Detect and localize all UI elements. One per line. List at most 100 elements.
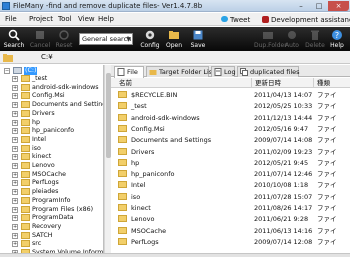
expand-toggle-icon[interactable]: + bbox=[12, 84, 18, 91]
expand-toggle-icon[interactable]: + bbox=[12, 241, 18, 248]
file-row[interactable]: hp 2012/05/21 9:45 ファイ bbox=[111, 158, 350, 168]
menu-view[interactable]: View bbox=[78, 13, 95, 26]
duplicate-folder-button[interactable]: Dup.Folder bbox=[254, 29, 287, 50]
tree-node-label: PerfLogs bbox=[32, 179, 59, 187]
expand-toggle-icon[interactable]: + bbox=[12, 171, 18, 178]
column-header-date[interactable]: 更新日時 bbox=[255, 78, 281, 88]
expand-toggle-icon[interactable]: + bbox=[12, 223, 18, 230]
close-button[interactable]: × bbox=[328, 1, 349, 11]
file-row[interactable]: iso 2011/07/28 15:07 ファイ bbox=[111, 192, 350, 202]
maximize-button[interactable]: □ bbox=[310, 1, 328, 11]
reset-button[interactable]: Reset bbox=[53, 29, 75, 50]
folder-icon bbox=[21, 109, 30, 117]
column-divider[interactable] bbox=[251, 78, 252, 88]
file-date: 2012/05/21 9:45 bbox=[254, 158, 309, 167]
help-button[interactable]: ? Help bbox=[326, 29, 348, 50]
column-divider[interactable] bbox=[313, 78, 314, 88]
drive-icon bbox=[13, 67, 22, 74]
expand-toggle-icon[interactable]: + bbox=[12, 136, 18, 143]
tab-duplicated-files[interactable]: duplicated files bbox=[237, 66, 300, 77]
file-row[interactable]: $RECYCLE.BIN 2011/04/13 14:07 ファイ bbox=[111, 90, 350, 100]
file-kind: ファイ bbox=[317, 181, 337, 190]
tab-target-folder-list-label: Target Folder List bbox=[159, 68, 215, 76]
expand-toggle-icon[interactable]: + bbox=[12, 110, 18, 117]
tree-node-label: Intel bbox=[32, 135, 46, 143]
file-row[interactable]: Lenovo 2011/06/21 9:28 ファイ bbox=[111, 214, 350, 224]
menu-project[interactable]: Project bbox=[29, 13, 53, 26]
file-date: 2011/07/28 15:07 bbox=[254, 192, 313, 201]
file-row[interactable]: MSOCache 2011/06/13 14:16 ファイ bbox=[111, 226, 350, 236]
cancel-button[interactable]: Cancel bbox=[29, 29, 51, 50]
tree-scrollbar[interactable] bbox=[104, 65, 111, 253]
search-mode-select[interactable]: General search ▼ bbox=[79, 33, 133, 45]
file-name: _test bbox=[131, 102, 147, 111]
expand-toggle-icon[interactable]: + bbox=[12, 180, 18, 187]
tree-node-label: ProgramInfo bbox=[32, 196, 71, 204]
file-row[interactable]: _test 2012/05/25 10:33 ファイ bbox=[111, 101, 350, 111]
file-row[interactable]: Documents and Settings 2009/07/14 14:08 ファ… bbox=[111, 135, 350, 145]
expand-toggle-icon[interactable]: + bbox=[12, 93, 18, 100]
search-button[interactable]: Search bbox=[3, 29, 25, 50]
expand-toggle-icon[interactable]: + bbox=[12, 102, 18, 109]
minimize-button[interactable]: – bbox=[292, 1, 310, 11]
file-kind: ファイ bbox=[317, 124, 337, 133]
file-row[interactable]: Drivers 2011/02/09 19:23 ファイ bbox=[111, 147, 350, 157]
stop-icon bbox=[36, 31, 44, 39]
expand-toggle-icon[interactable]: + bbox=[12, 119, 18, 126]
folder-icon bbox=[21, 170, 30, 178]
folder-icon bbox=[21, 222, 30, 230]
tree-node-label: kinect bbox=[32, 153, 52, 161]
tree-node-label: (C:) bbox=[24, 67, 38, 75]
expand-toggle-icon[interactable]: + bbox=[12, 128, 18, 135]
file-row[interactable]: Intel 2010/10/08 1:18 ファイ bbox=[111, 180, 350, 190]
menu-bar: File Project Tool View Help Tweet Develo… bbox=[0, 13, 350, 26]
file-row[interactable]: kinect 2011/08/26 14:17 ファイ bbox=[111, 203, 350, 213]
folder-icon bbox=[118, 226, 127, 234]
menu-file[interactable]: File bbox=[5, 13, 17, 26]
tweet-label: Tweet bbox=[230, 16, 251, 24]
expand-toggle-icon[interactable]: + bbox=[12, 154, 18, 161]
file-name: Config.Msi bbox=[131, 124, 165, 133]
menu-tool[interactable]: Tool bbox=[58, 13, 72, 26]
save-button[interactable]: Save bbox=[187, 29, 209, 50]
collapse-toggle-icon[interactable]: − bbox=[4, 68, 10, 74]
column-header-kind[interactable]: 種類 bbox=[317, 78, 330, 88]
tab-log[interactable]: Log bbox=[211, 66, 236, 77]
tab-file[interactable]: File bbox=[114, 66, 144, 78]
expand-toggle-icon[interactable]: + bbox=[12, 76, 18, 82]
column-header-name[interactable]: 名前 bbox=[119, 78, 132, 88]
expand-toggle-icon[interactable]: + bbox=[12, 215, 18, 222]
file-row[interactable]: android-sdk-windows 2011/12/13 14:44 ファイ bbox=[111, 113, 350, 123]
expand-toggle-icon[interactable]: + bbox=[12, 197, 18, 204]
expand-toggle-icon[interactable]: + bbox=[12, 163, 18, 169]
folder-up-icon[interactable] bbox=[3, 53, 13, 62]
auto-icon bbox=[288, 31, 296, 39]
expand-toggle-icon[interactable]: + bbox=[12, 232, 18, 239]
folder-tree: − (C:) + _test + android-sdk-windows + Config.M… bbox=[0, 65, 104, 253]
file-row[interactable]: Config.Msi 2012/05/16 9:47 ファイ bbox=[111, 124, 350, 134]
expand-toggle-icon[interactable]: + bbox=[12, 206, 18, 213]
folder-icon bbox=[21, 179, 30, 187]
search-mode-value: General search bbox=[82, 35, 132, 43]
open-button[interactable]: Open bbox=[163, 29, 185, 50]
log-icon bbox=[214, 68, 222, 76]
current-path[interactable]: C:¥ bbox=[41, 51, 53, 64]
file-name: Documents and Settings bbox=[131, 136, 212, 145]
menu-help[interactable]: Help bbox=[98, 13, 114, 26]
development-assistance-button[interactable]: Development assistance bbox=[262, 15, 350, 25]
auto-button[interactable]: Auto bbox=[281, 29, 303, 50]
config-button[interactable]: Config bbox=[139, 29, 161, 50]
file-name: iso bbox=[131, 192, 141, 201]
list-header: 名前 更新日時 種類 bbox=[111, 78, 350, 88]
folder-icon bbox=[118, 102, 127, 110]
file-date: 2009/07/14 14:08 bbox=[254, 136, 313, 145]
file-date: 2010/10/08 1:18 bbox=[254, 181, 309, 190]
file-row[interactable]: PerfLogs 2009/07/14 12:08 ファイ bbox=[111, 237, 350, 247]
file-row[interactable]: hp_paniconfo 2011/07/14 12:46 ファイ bbox=[111, 169, 350, 179]
tab-target-folder-list[interactable]: Target Folder List bbox=[146, 66, 215, 77]
tweet-button[interactable]: Tweet bbox=[221, 15, 250, 25]
file-date: 2011/08/26 14:17 bbox=[254, 204, 313, 212]
file-name: Drivers bbox=[131, 147, 155, 156]
expand-toggle-icon[interactable]: + bbox=[12, 189, 18, 196]
expand-toggle-icon[interactable]: + bbox=[12, 145, 18, 152]
